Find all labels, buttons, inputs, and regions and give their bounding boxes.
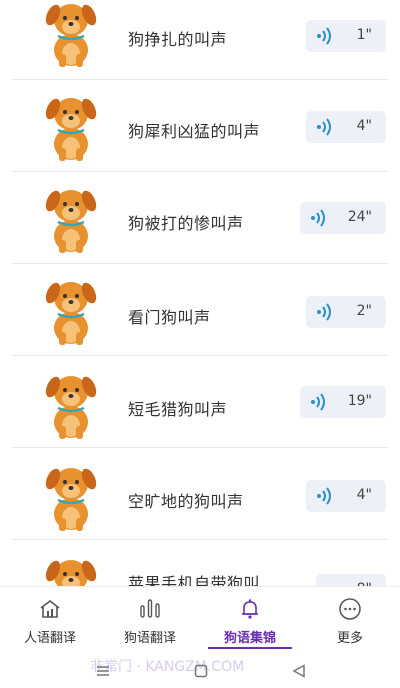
sound-list-item[interactable]: 狗挣扎的叫声 1" <box>0 0 400 80</box>
sound-title: 狗挣扎的叫声 <box>128 30 228 49</box>
tab-label: 狗语集锦 <box>223 631 276 646</box>
sound-list-item[interactable]: 看门狗叫声 2" <box>0 264 400 356</box>
back-icon[interactable] <box>292 664 306 678</box>
tab-dog-collection[interactable]: 狗语集锦 <box>200 587 300 651</box>
tab-dog-translate[interactable]: 狗语翻译 <box>100 587 200 651</box>
sound-list-item[interactable]: 空旷地的狗叫声 4" <box>0 448 400 540</box>
bottom-tab-bar: 人语翻译 狗语翻译 狗语集锦 更多 <box>0 586 400 650</box>
sound-list: 狗挣扎的叫声 1" 狗犀利凶猛的叫声 4" 狗被打的惨叫声 24" 看门狗叫声 … <box>0 0 400 586</box>
active-tab-indicator <box>208 647 292 649</box>
dog-icon <box>45 282 97 345</box>
play-button[interactable]: 4" <box>306 111 386 143</box>
tab-human-translate[interactable]: 人语翻译 <box>0 587 100 651</box>
sound-title: 空旷地的狗叫声 <box>128 492 244 511</box>
sound-duration: 4" <box>356 487 372 503</box>
sound-wave-icon <box>317 303 331 321</box>
sound-duration: 19" <box>347 393 372 409</box>
tab-label: 人语翻译 <box>23 631 76 646</box>
home-icon[interactable] <box>194 664 208 678</box>
bell-icon <box>242 599 258 619</box>
sound-wave-icon <box>317 487 331 505</box>
sound-list-item[interactable]: 狗被打的惨叫声 24" <box>0 172 400 264</box>
play-button[interactable]: 19" <box>300 386 386 418</box>
dog-icon <box>45 4 97 67</box>
sound-wave-icon <box>317 27 331 45</box>
tab-label: 更多 <box>336 631 363 646</box>
dog-icon <box>45 376 97 439</box>
watermark: 非常门 · KANGZM.COM <box>90 659 245 675</box>
sound-list-item[interactable]: 短毛猎狗叫声 19" <box>0 356 400 448</box>
sound-title: 苹果手机自带狗叫 <box>128 574 261 586</box>
dog-icon <box>45 190 97 253</box>
play-button[interactable]: 1" <box>306 20 386 52</box>
play-button[interactable]: 2" <box>306 296 386 328</box>
dog-icon <box>45 98 97 161</box>
sound-wave-icon <box>311 393 325 411</box>
sound-list-item[interactable]: 苹果手机自带狗叫 8" <box>0 540 400 586</box>
sound-duration: 1" <box>356 27 372 43</box>
play-button[interactable]: 8" <box>316 574 386 586</box>
menu-icon[interactable] <box>96 664 110 678</box>
sound-wave-icon <box>317 118 331 136</box>
system-nav-bar: 非常门 · KANGZM.COM <box>0 650 400 688</box>
dog-icon <box>45 560 97 586</box>
play-button[interactable]: 24" <box>300 202 386 234</box>
sound-duration: 24" <box>347 209 372 225</box>
tab-more[interactable]: 更多 <box>300 587 400 651</box>
tab-label: 狗语翻译 <box>123 631 176 646</box>
sound-wave-icon <box>311 209 325 227</box>
sound-title: 狗被打的惨叫声 <box>128 214 244 233</box>
sound-title: 狗犀利凶猛的叫声 <box>128 122 261 141</box>
dog-icon <box>45 468 97 531</box>
play-button[interactable]: 4" <box>306 480 386 512</box>
house-icon <box>40 599 60 618</box>
sound-list-item[interactable]: 狗犀利凶猛的叫声 4" <box>0 80 400 172</box>
more-dots-icon <box>339 598 361 620</box>
sound-title: 看门狗叫声 <box>128 308 211 327</box>
sound-duration: 2" <box>356 303 372 319</box>
sound-title: 短毛猎狗叫声 <box>128 400 228 419</box>
sound-duration: 4" <box>356 118 372 134</box>
sound-bars-icon <box>140 599 160 618</box>
